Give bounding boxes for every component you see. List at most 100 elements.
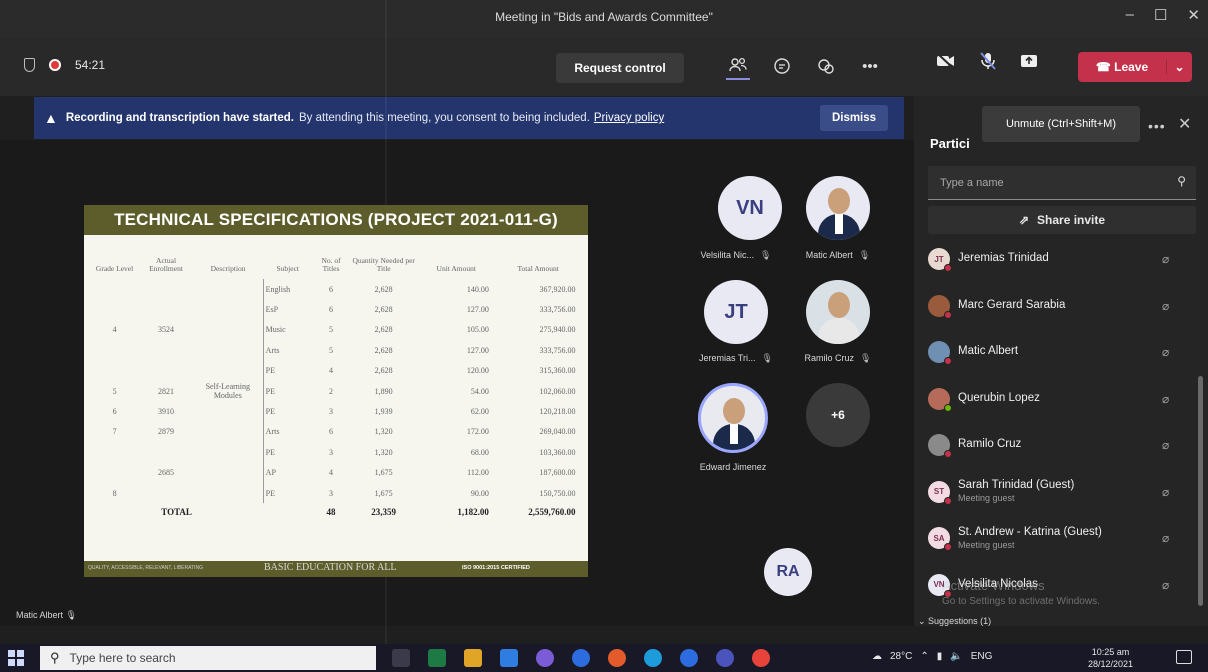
mic-off-icon[interactable]: ⌀ <box>1162 345 1169 359</box>
participant-row[interactable]: Ramilo Cruz ⌀ <box>914 422 1194 469</box>
taskbar-app-icon[interactable] <box>428 649 446 667</box>
taskbar-apps <box>392 649 770 667</box>
speaker-label: Matic Albert <box>16 610 64 620</box>
close-window-button[interactable]: ✕ <box>1187 6 1200 24</box>
presence-dot <box>944 543 952 552</box>
network-icon[interactable]: ▮ <box>937 651 943 662</box>
cell-total: 333,756.00 <box>539 305 576 315</box>
weather-temp[interactable]: 28°C <box>890 651 912 662</box>
windows-start-icon[interactable] <box>8 650 24 666</box>
taskbar-app-icon[interactable] <box>500 649 518 667</box>
camera-off-icon[interactable] <box>936 53 956 74</box>
participant-row[interactable]: ST Sarah Trinidad (Guest) Meeting guest ⌀ <box>914 469 1194 516</box>
tile-matic-albert[interactable] <box>806 176 870 240</box>
total-cell: 1,182.00 <box>457 507 489 518</box>
leave-button[interactable]: ☎ Leave ⌄ <box>1078 52 1192 82</box>
presence-dot <box>944 403 952 412</box>
taskbar-app-icon[interactable] <box>536 649 554 667</box>
participant-row[interactable]: JT Jeremias Trinidad ⌀ <box>914 236 1194 283</box>
more-options-icon[interactable]: ••• <box>1148 118 1166 134</box>
tile-ramilo-cruz[interactable] <box>806 280 870 344</box>
reactions-icon[interactable] <box>814 52 838 80</box>
cell-titles: 3 <box>329 407 334 417</box>
tile-ra[interactable]: RA <box>764 548 812 596</box>
tile-name: Matic Albert <box>805 250 853 260</box>
close-panel-icon[interactable]: ✕ <box>1178 114 1191 134</box>
tile-vn[interactable]: VN <box>718 176 782 240</box>
cell-subject: Arts <box>262 340 313 361</box>
volume-icon[interactable]: 🔈 <box>950 651 962 662</box>
chat-icon[interactable] <box>770 52 794 80</box>
participant-row[interactable]: Querubin Lopez ⌀ <box>914 376 1194 423</box>
taskbar-app-icon[interactable] <box>464 649 482 667</box>
mic-off-icon[interactable]: ⌀ <box>1162 299 1169 313</box>
search-icon[interactable]: ⚲ <box>1177 174 1186 188</box>
taskbar-app-icon[interactable] <box>644 649 662 667</box>
more-icon[interactable]: ••• <box>858 52 882 80</box>
tile-jt[interactable]: JT <box>704 280 768 344</box>
chevron-up-icon[interactable]: ⌃ <box>920 651 928 662</box>
avatar-initials: SA <box>933 533 945 543</box>
col-subject: Subject <box>276 264 299 274</box>
people-icon[interactable] <box>726 52 750 80</box>
cell-description <box>193 442 263 462</box>
taskbar-app-icon[interactable] <box>608 649 626 667</box>
col-total: Total Amount <box>517 264 559 274</box>
mic-off-icon[interactable]: ⌀ <box>1162 531 1169 545</box>
cell-unit: 90.00 <box>470 488 489 498</box>
cell-subject: PE <box>262 360 313 381</box>
tile-name: Ramilo Cruz <box>804 353 855 363</box>
share-invite-button[interactable]: ⇗ Share invite <box>928 206 1196 234</box>
taskbar-search-input[interactable]: ⚲ Type here to search <box>40 646 376 670</box>
participant-row[interactable]: Marc Gerard Sarabia ⌀ <box>914 283 1194 330</box>
chevron-down-icon[interactable]: ⌄ <box>1166 60 1192 74</box>
cell-subject: PE <box>262 442 313 463</box>
panel-scrollbar[interactable] <box>1198 376 1203 606</box>
mic-off-icon[interactable] <box>980 52 996 75</box>
cell-titles: 3 <box>329 488 334 498</box>
tile-edward-jimenez[interactable] <box>698 383 768 453</box>
table-row: 5 2821 Self-Learning Modules PE 2 1,890 54.00 1… <box>90 380 582 402</box>
participant-row[interactable]: Matic Albert ⌀ <box>914 329 1194 376</box>
avatar-initials: ST <box>933 487 945 497</box>
participant-name: Ramilo Cruz <box>958 438 1022 451</box>
cell-unit: 62.00 <box>470 407 489 417</box>
participant-search-input[interactable]: Type a name ⚲ <box>928 166 1196 200</box>
taskbar-app-icon[interactable] <box>752 649 770 667</box>
taskbar-app-icon[interactable] <box>680 649 698 667</box>
cell-description <box>193 483 263 503</box>
tile-name: Edward Jimenez <box>699 462 767 472</box>
tile-name: Jeremias Tri... <box>699 353 756 363</box>
overflow-count: +6 <box>806 383 870 447</box>
taskbar-app-icon[interactable] <box>716 649 734 667</box>
weather-icon[interactable]: ☁ <box>872 651 882 662</box>
dismiss-button[interactable]: Dismiss <box>820 105 888 131</box>
privacy-policy-link[interactable]: Privacy policy <box>594 112 664 124</box>
taskbar-app-icon[interactable] <box>572 649 590 667</box>
mic-off-icon[interactable]: ⌀ <box>1162 438 1169 452</box>
language-indicator[interactable]: ENG <box>971 651 993 662</box>
cell-grade <box>90 442 139 462</box>
mic-off-icon[interactable]: ⌀ <box>1162 252 1169 266</box>
taskbar-app-icon[interactable] <box>392 649 410 667</box>
table-row: 4 3524 Music 5 2,628 105.00 275,940.00 <box>90 319 582 341</box>
maximize-button[interactable]: ☐ <box>1154 6 1167 24</box>
cell-unit: 172.00 <box>466 427 489 437</box>
cell-qty: 1,320 <box>374 447 393 457</box>
taskbar: ⚲ Type here to search ☁ 28°C ⌃ ▮ 🔈 ENG 1… <box>0 644 1208 672</box>
mic-off-icon[interactable]: ⌀ <box>1162 578 1169 592</box>
notification-icon[interactable] <box>1176 650 1192 664</box>
tile-overflow[interactable]: +6 <box>806 383 870 447</box>
minimize-button[interactable]: – <box>1126 6 1134 24</box>
cell-total: 150,750.00 <box>539 488 576 498</box>
share-icon[interactable] <box>1020 53 1038 74</box>
mic-off-icon[interactable]: ⌀ <box>1162 485 1169 499</box>
cell-total: 187,600.00 <box>539 468 576 478</box>
request-control-button[interactable]: Request control <box>556 53 684 83</box>
col-grade: Grade Level <box>95 264 134 274</box>
participant-row[interactable]: SA St. Andrew - Katrina (Guest) Meeting gu… <box>914 515 1194 562</box>
clock[interactable]: 10:25 am 28/12/2021 <box>1088 646 1133 670</box>
mic-off-icon[interactable]: ⌀ <box>1162 392 1169 406</box>
avatar-photo <box>806 176 870 240</box>
avatar: ST <box>928 480 952 505</box>
